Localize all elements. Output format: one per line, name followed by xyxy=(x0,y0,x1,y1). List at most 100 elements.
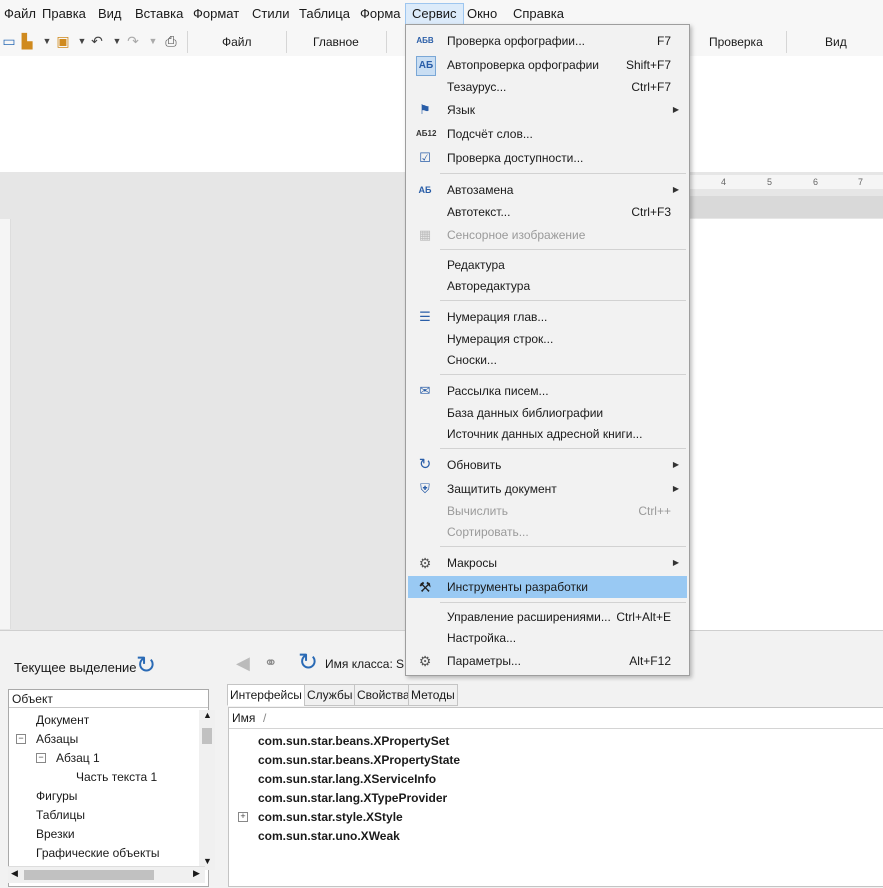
menu-item-bibliography-db[interactable]: База данных библиографии xyxy=(408,402,687,424)
tree-header[interactable]: Объект xyxy=(9,690,208,708)
redo-icon[interactable]: ↷ xyxy=(124,32,142,50)
expand-icon[interactable]: + xyxy=(238,812,248,822)
interface-item[interactable]: com.sun.star.lang.XTypeProvider xyxy=(258,789,447,808)
inspect-binoculars-icon[interactable]: ⚭ xyxy=(264,653,277,673)
interface-item[interactable]: com.sun.star.lang.XServiceInfo xyxy=(258,770,436,789)
tab-review[interactable]: Проверка xyxy=(709,35,763,49)
new-doc-icon[interactable]: ▭ xyxy=(0,32,18,50)
menu-styles[interactable]: Стили xyxy=(246,4,295,24)
menu-item-update[interactable]: ↻ Обновить ▶ xyxy=(408,454,687,476)
undo-icon[interactable]: ↶ xyxy=(88,32,106,50)
interface-item[interactable]: com.sun.star.uno.XWeak xyxy=(258,827,400,846)
menu-item-protect-document[interactable]: ⛨ Защитить документ ▶ xyxy=(408,478,687,500)
tab-view[interactable]: Вид xyxy=(825,35,847,49)
back-arrow-icon[interactable]: ◀ xyxy=(236,653,250,674)
menu-item-label: Инструменты разработки xyxy=(447,580,588,594)
object-tree[interactable]: Объект Документ − Абзацы − Абзац 1 Часть… xyxy=(8,689,215,887)
menu-item-label: Сортировать... xyxy=(447,525,529,539)
shield-icon: ⛨ xyxy=(420,481,430,496)
menu-item-macros[interactable]: ⚙ Макросы ▶ xyxy=(408,552,687,574)
menu-item-track-changes[interactable]: Редактура xyxy=(408,254,687,276)
dropdown-arrow-icon[interactable]: ▼ xyxy=(144,32,162,50)
menu-item-label: Сноски... xyxy=(447,353,497,367)
menu-item-sort[interactable]: Сортировать... xyxy=(408,521,687,543)
menu-item-spelling[interactable]: АБВ Проверка орфографии... F7 xyxy=(408,30,687,52)
menu-help[interactable]: Справка xyxy=(507,4,570,24)
scroll-thumb[interactable] xyxy=(202,728,212,744)
scroll-down-icon[interactable]: ▼ xyxy=(203,856,212,866)
menu-item-customize[interactable]: Настройка... xyxy=(408,627,687,649)
menu-item-image-map[interactable]: ▦ Сенсорное изображение xyxy=(408,224,687,246)
menu-item-chapter-numbering[interactable]: ☰ Нумерация глав... xyxy=(408,306,687,328)
menu-item-autoredact[interactable]: Автоpедактура xyxy=(408,275,687,297)
tab-properties[interactable]: Свойства xyxy=(354,684,413,706)
class-name-label: Имя класса: xyxy=(325,657,393,671)
menu-table[interactable]: Таблица xyxy=(293,4,356,24)
interfaces-list[interactable]: Имя / com.sun.star.beans.XPropertySet co… xyxy=(228,707,883,887)
open-folder-icon[interactable]: ▙ xyxy=(18,32,36,50)
tree-item-document[interactable]: Документ xyxy=(36,711,89,729)
tab-methods[interactable]: Методы xyxy=(408,684,458,706)
ruler-tick: 5 xyxy=(767,177,773,187)
menu-format[interactable]: Формат xyxy=(187,4,245,24)
collapse-icon[interactable]: − xyxy=(16,734,26,744)
inspector-tabs: Интерфейсы Службы Свойства Методы xyxy=(227,684,883,706)
menu-edit[interactable]: Правка xyxy=(36,4,92,24)
menu-item-accessibility-check[interactable]: ☑ Проверка доступности... xyxy=(408,147,687,169)
tab-home[interactable]: Главное xyxy=(313,35,359,49)
menu-item-options[interactable]: ⚙ Параметры... Alt+F12 xyxy=(408,650,687,672)
menu-item-label: Вычислить xyxy=(447,504,509,518)
interface-item[interactable]: com.sun.star.style.XStyle xyxy=(258,808,403,827)
menu-item-word-count[interactable]: АБ12 Подсчёт слов... xyxy=(408,123,687,145)
tree-item-paragraph-1[interactable]: Абзац 1 xyxy=(56,749,100,767)
list-header[interactable]: Имя / xyxy=(229,708,883,729)
tree-item-text-portion-1[interactable]: Часть текста 1 xyxy=(76,768,157,786)
tab-file[interactable]: Файл xyxy=(222,35,252,49)
menu-item-development-tools[interactable]: ⚒ Инструменты разработки xyxy=(408,576,687,598)
menu-insert[interactable]: Вставка xyxy=(129,4,189,24)
tree-item-frames[interactable]: Врезки xyxy=(36,825,75,843)
interface-item[interactable]: com.sun.star.beans.XPropertySet xyxy=(258,732,449,751)
print-icon[interactable]: ⎙ xyxy=(162,32,180,50)
menu-item-extension-manager[interactable]: Управление расширениями... Ctrl+Alt+E xyxy=(408,606,687,628)
tree-item-graphic-objects[interactable]: Графические объекты xyxy=(36,844,159,862)
tree-horizontal-scrollbar[interactable]: ◀ ▶ xyxy=(8,866,205,883)
tab-services[interactable]: Службы xyxy=(304,684,356,706)
tab-interfaces[interactable]: Интерфейсы xyxy=(227,684,305,706)
submenu-arrow-icon: ▶ xyxy=(672,460,679,469)
menu-item-thesaurus[interactable]: Тезаурус... Ctrl+F7 xyxy=(408,76,687,98)
menu-item-autocorrect[interactable]: АБ Автозамена ▶ xyxy=(408,179,687,201)
menu-form[interactable]: Форма xyxy=(354,4,407,24)
scroll-left-icon[interactable]: ◀ xyxy=(11,868,18,879)
scroll-right-icon[interactable]: ▶ xyxy=(193,868,200,879)
column-name-header[interactable]: Имя xyxy=(232,711,255,725)
menu-window[interactable]: Окно xyxy=(461,4,503,24)
tree-vertical-scrollbar[interactable]: ▲ ▼ xyxy=(199,710,215,870)
menu-item-autotext[interactable]: Автотекст... Ctrl+F3 xyxy=(408,201,687,223)
tree-item-tables[interactable]: Таблицы xyxy=(36,806,85,824)
sort-indicator: / xyxy=(263,711,267,725)
menu-item-label: Рассылка писем... xyxy=(447,384,549,398)
menu-tools[interactable]: Сервис xyxy=(405,3,464,25)
scroll-up-icon[interactable]: ▲ xyxy=(203,710,212,720)
menu-item-calculate[interactable]: Вычислить Ctrl++ xyxy=(408,500,687,522)
save-icon[interactable]: ▣ xyxy=(54,32,72,50)
menu-item-autospellcheck[interactable]: АБ Автопроверка орфографии Shift+F7 xyxy=(408,54,687,76)
class-name-value: S xyxy=(396,657,405,671)
menu-item-language[interactable]: ⚑ Язык ▶ xyxy=(408,99,687,121)
vertical-ruler[interactable] xyxy=(0,219,11,629)
menu-item-footnotes[interactable]: Сноски... xyxy=(408,349,687,371)
menu-view[interactable]: Вид xyxy=(92,4,128,24)
tree-item-paragraphs[interactable]: Абзацы xyxy=(36,730,78,748)
refresh-icon[interactable]: ↻ xyxy=(136,651,156,680)
refresh-icon[interactable]: ↻ xyxy=(298,648,318,677)
interface-item[interactable]: com.sun.star.beans.XPropertyState xyxy=(258,751,460,770)
menu-item-label: Нумерация глав... xyxy=(447,310,548,324)
ruler-tick: 7 xyxy=(858,177,864,187)
menu-item-line-numbering[interactable]: Нумерация строк... xyxy=(408,328,687,350)
scroll-thumb[interactable] xyxy=(24,870,154,880)
tree-item-shapes[interactable]: Фигуры xyxy=(36,787,77,805)
menu-item-mail-merge[interactable]: ✉ Рассылка писем... xyxy=(408,380,687,402)
menu-item-address-book-source[interactable]: Источник данных адресной книги... xyxy=(408,423,687,445)
collapse-icon[interactable]: − xyxy=(36,753,46,763)
